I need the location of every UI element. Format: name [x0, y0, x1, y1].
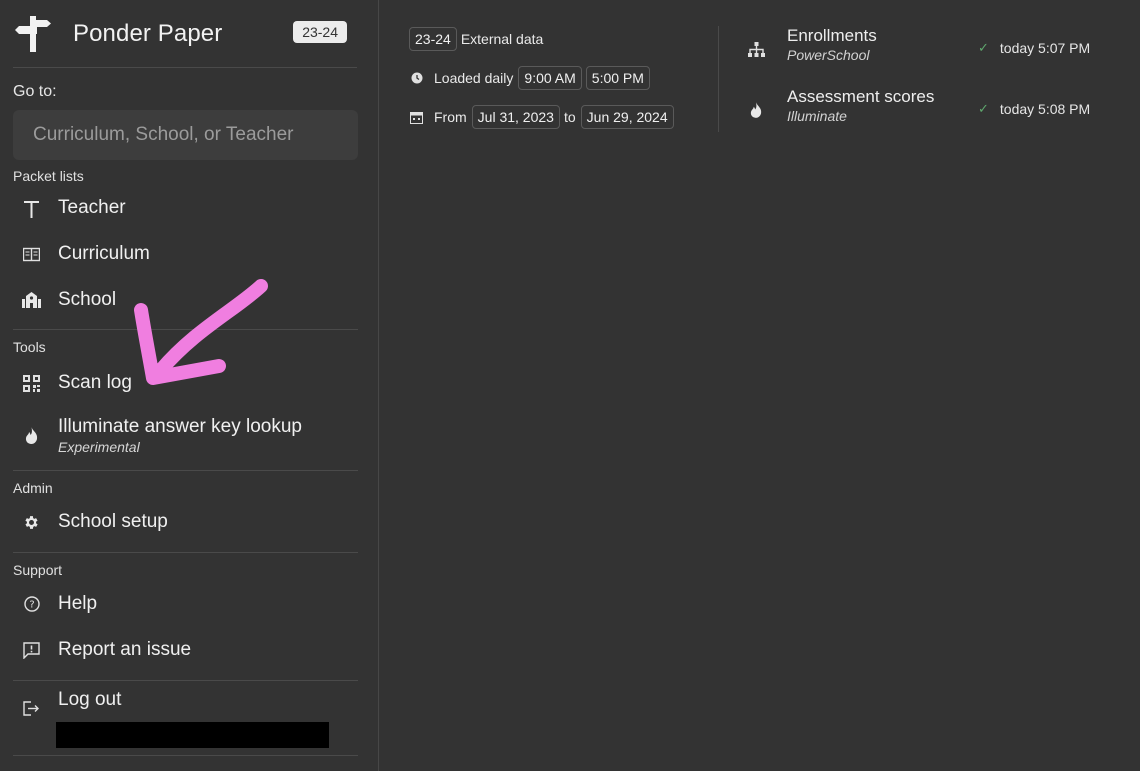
logout-icon — [22, 699, 41, 718]
nav-item-label: Help — [58, 593, 98, 614]
divider — [13, 470, 358, 471]
section-admin: Admin — [13, 480, 53, 496]
app-root: Ponder Paper 23-24 Go to: Packet lists T… — [0, 0, 1140, 771]
date-range-row: From Jul 31, 2023 to Jun 29, 2024 — [409, 104, 718, 130]
nav-item-teacher[interactable]: Teacher — [13, 185, 357, 231]
source-status: ✓ today 5:08 PM — [978, 101, 1090, 117]
source-name: Enrollments — [787, 26, 877, 45]
loaded-daily-label: Loaded daily — [434, 70, 514, 86]
to-label: to — [563, 109, 576, 125]
feedback-icon — [22, 641, 41, 660]
qr-code-icon — [22, 374, 41, 393]
teacher-icon — [22, 199, 41, 218]
flame-icon — [22, 426, 41, 445]
year-chip: 23-24 — [409, 27, 457, 51]
school-icon — [22, 291, 41, 310]
flame-icon — [747, 101, 765, 119]
nav-item-label: Illuminate answer key lookup — [58, 415, 302, 437]
data-info-panel: 23-24 External data Loaded daily 9:00 AM… — [409, 26, 719, 132]
nav-item-logout[interactable]: Log out — [13, 687, 357, 727]
app-title: Ponder Paper — [73, 19, 223, 47]
data-sources-list: Enrollments PowerSchool ✓ today 5:07 PM … — [747, 26, 1127, 148]
svg-text:?: ? — [29, 600, 34, 611]
external-data-label: External data — [460, 31, 544, 47]
source-name: Assessment scores — [787, 87, 935, 106]
source-vendor: Illuminate — [787, 108, 847, 124]
nav-item-label: School setup — [58, 511, 168, 532]
nav-item-label: Curriculum — [58, 243, 150, 264]
clock-icon — [409, 71, 424, 86]
year-badge[interactable]: 23-24 — [293, 21, 347, 43]
gear-icon — [22, 513, 41, 532]
redacted-user-info — [56, 722, 329, 748]
source-item-enrollments: Enrollments PowerSchool ✓ today 5:07 PM — [747, 26, 1127, 87]
source-item-assessment-scores: Assessment scores Illuminate ✓ today 5:0… — [747, 87, 1127, 148]
status-time: today 5:08 PM — [999, 101, 1091, 117]
section-tools: Tools — [13, 339, 46, 355]
end-date-chip: Jun 29, 2024 — [580, 105, 674, 129]
goto-search-input[interactable] — [13, 110, 358, 160]
nav-item-illuminate-lookup[interactable]: Illuminate answer key lookup Experimenta… — [13, 406, 357, 464]
goto-label: Go to: — [13, 83, 57, 100]
nav-item-school[interactable]: School — [13, 277, 357, 323]
brand-header: Ponder Paper 23-24 — [13, 0, 357, 68]
nav-item-help[interactable]: ? Help — [13, 581, 357, 627]
nav-item-label: School — [58, 289, 117, 310]
check-icon: ✓ — [978, 40, 989, 55]
nav-item-report-issue[interactable]: Report an issue — [13, 627, 357, 673]
source-status: ✓ today 5:07 PM — [978, 40, 1090, 56]
nav-item-label: Scan log — [58, 372, 132, 393]
time-chip-1: 9:00 AM — [518, 66, 582, 90]
calendar-icon — [409, 110, 424, 125]
external-data-row: 23-24 External data — [409, 26, 718, 52]
divider — [13, 680, 358, 681]
divider — [13, 329, 358, 330]
nav-item-label: Teacher — [58, 197, 126, 218]
nav-item-school-setup[interactable]: School setup — [13, 499, 357, 545]
main-panel: 23-24 External data Loaded daily 9:00 AM… — [380, 0, 1140, 771]
nav-item-curriculum[interactable]: Curriculum — [13, 231, 357, 277]
section-support: Support — [13, 562, 63, 578]
start-date-chip: Jul 31, 2023 — [471, 105, 560, 129]
status-time: today 5:07 PM — [999, 40, 1091, 56]
signpost-logo-icon — [15, 15, 51, 52]
nav-item-label: Log out — [58, 689, 122, 710]
divider — [13, 755, 358, 756]
check-icon: ✓ — [978, 101, 989, 116]
help-circle-icon: ? — [22, 595, 41, 614]
book-icon — [22, 245, 41, 264]
source-vendor: PowerSchool — [787, 47, 870, 63]
nav-item-label: Report an issue — [58, 639, 192, 660]
experimental-tag: Experimental — [58, 438, 140, 455]
time-chip-2: 5:00 PM — [585, 66, 650, 90]
from-label: From — [434, 109, 467, 125]
divider — [13, 552, 358, 553]
loaded-daily-row: Loaded daily 9:00 AM 5:00 PM — [409, 65, 718, 91]
nav-item-scan-log[interactable]: Scan log — [13, 360, 357, 406]
section-packet-lists: Packet lists — [13, 168, 84, 184]
sidebar: Ponder Paper 23-24 Go to: Packet lists T… — [0, 0, 379, 771]
hierarchy-icon — [747, 40, 765, 58]
